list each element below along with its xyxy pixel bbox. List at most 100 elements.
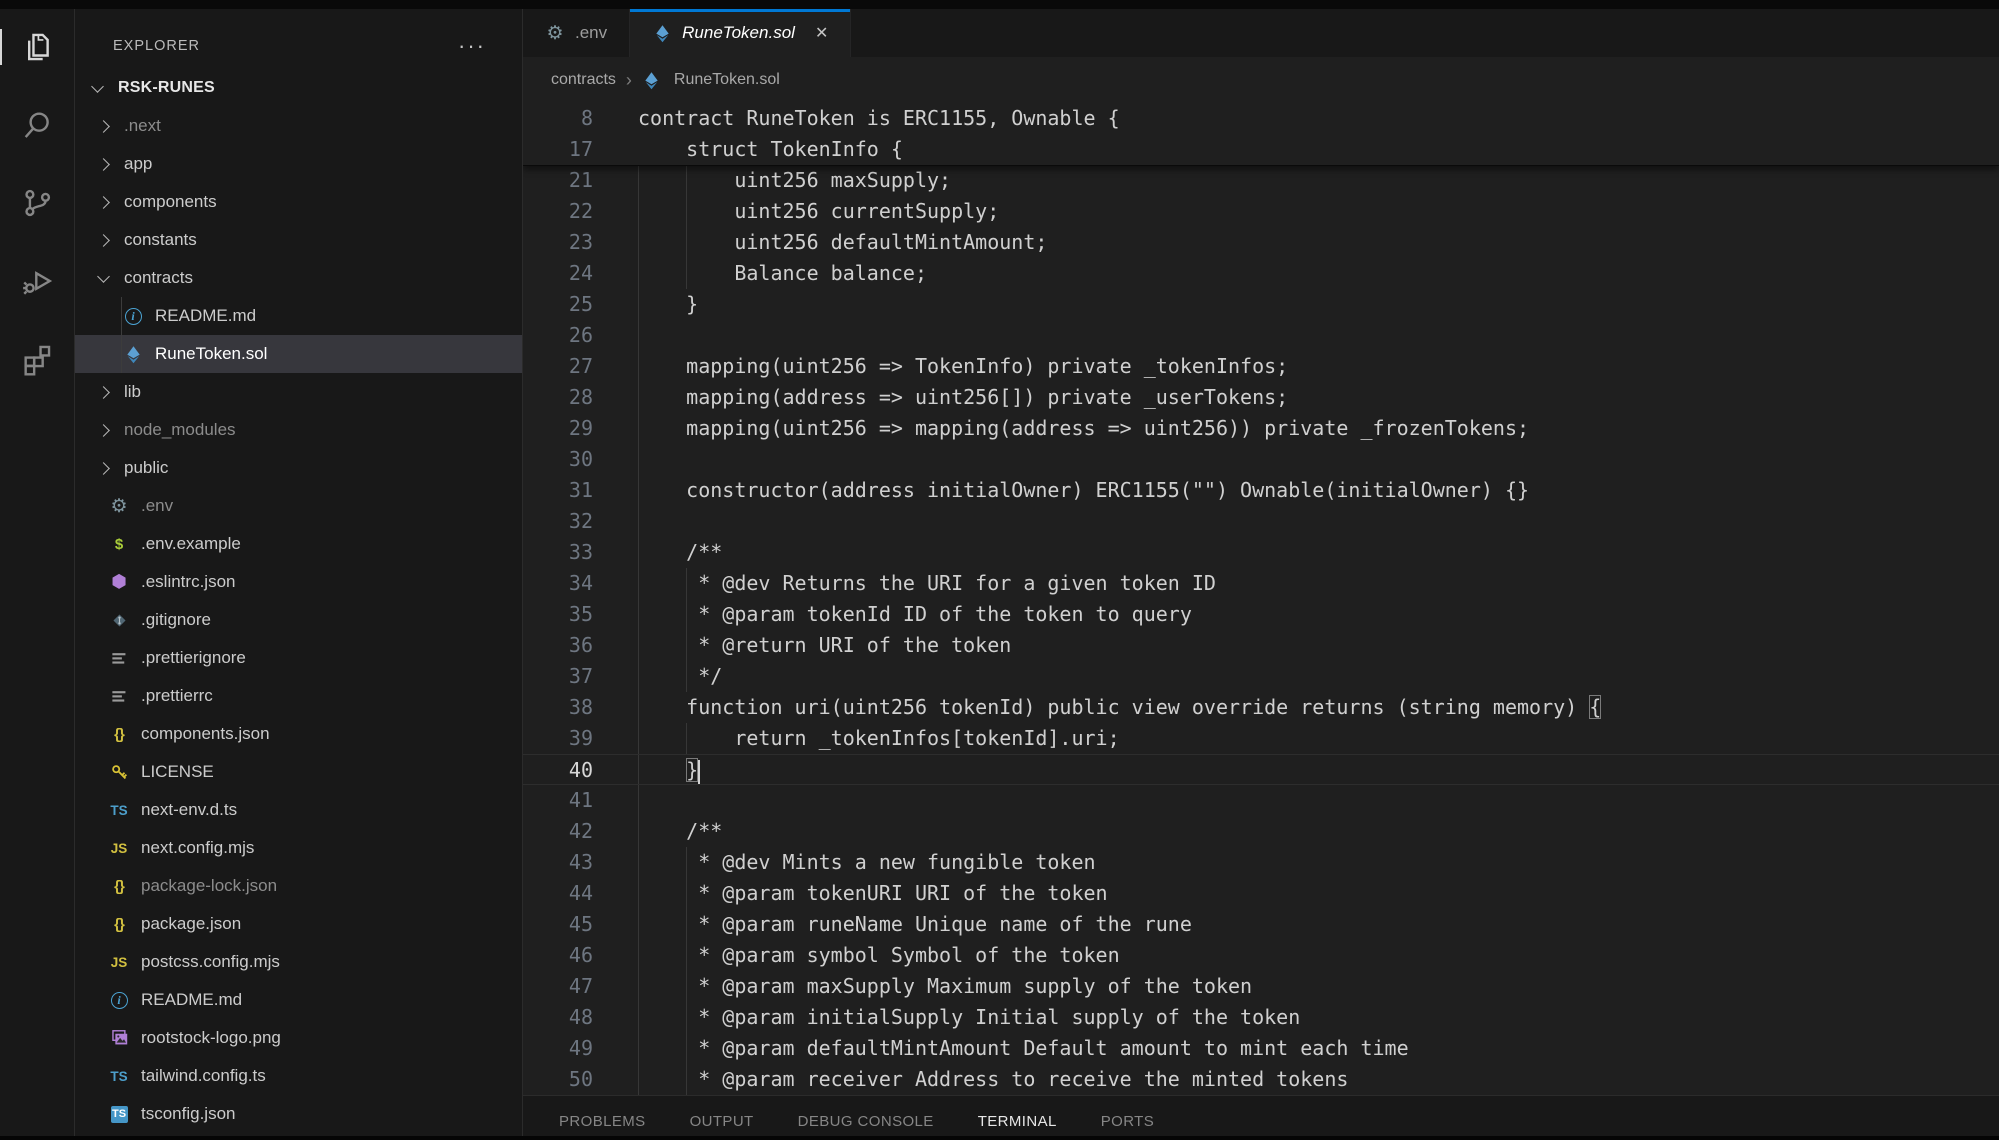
indent-guide — [638, 227, 639, 258]
line-content: uint256 maxSupply; — [638, 165, 1999, 196]
chevron-right-icon — [97, 234, 110, 247]
eslint-icon: ⬢ — [109, 572, 129, 592]
line-content: * @param symbol Symbol of the token — [638, 940, 1999, 971]
code-editor[interactable]: 21 uint256 maxSupply;22 uint256 currentS… — [523, 103, 1999, 1095]
tree-item-label: README.md — [155, 306, 256, 326]
tree-item-next-config-mjs[interactable]: JSnext.config.mjs — [75, 829, 522, 867]
line-content: * @param initialSupply Initial supply of… — [638, 1002, 1999, 1033]
tree-item-label: rootstock-logo.png — [141, 1028, 281, 1048]
line-number: 17 — [523, 134, 593, 165]
tree-item-public[interactable]: public — [75, 449, 522, 487]
line-content: * @return URI of the token — [638, 630, 1999, 661]
line-content: */ — [638, 661, 1999, 692]
indent-guide — [638, 599, 639, 630]
code-line-40: 40 } — [523, 754, 1999, 785]
explorer-header: EXPLORER ··· — [75, 9, 522, 69]
breadcrumb-folder[interactable]: contracts — [551, 71, 616, 89]
tab-runetoken-sol[interactable]: RuneToken.sol✕ — [630, 9, 851, 57]
tree-item-tailwind-config-ts[interactable]: TStailwind.config.ts — [75, 1057, 522, 1095]
indent-guide — [638, 289, 639, 320]
source-control-icon[interactable] — [0, 179, 75, 227]
tree-item-runetoken-sol[interactable]: RuneToken.sol — [75, 335, 522, 373]
indent-guide — [638, 878, 639, 909]
line-content: function uri(uint256 tokenId) public vie… — [638, 692, 1999, 723]
search-icon[interactable] — [0, 101, 75, 149]
run-debug-icon[interactable] — [0, 257, 75, 305]
line-content: /** — [638, 816, 1999, 847]
tree-item-rootstock-logo-png[interactable]: rootstock-logo.png — [75, 1019, 522, 1057]
tree-item-label: node_modules — [124, 420, 236, 440]
git-icon — [109, 610, 129, 630]
indent-guide — [638, 816, 639, 847]
tree-item-license[interactable]: LICENSE — [75, 753, 522, 791]
breadcrumb[interactable]: contracts › RuneToken.sol — [523, 57, 1999, 103]
line-content: uint256 defaultMintAmount; — [638, 227, 1999, 258]
line-number: 40 — [523, 755, 593, 784]
tree-item-package-lock-json[interactable]: {}package-lock.json — [75, 867, 522, 905]
tree-item-postcss-config-mjs[interactable]: JSpostcss.config.mjs — [75, 943, 522, 981]
key-icon — [109, 762, 129, 782]
panel-tab-debug-console[interactable]: DEBUG CONSOLE — [798, 1113, 934, 1136]
tree-item--prettierrc[interactable]: .prettierrc — [75, 677, 522, 715]
panel-tab-ports[interactable]: PORTS — [1101, 1113, 1154, 1136]
tree-item-components[interactable]: components — [75, 183, 522, 221]
code-line-43: 43 * @dev Mints a new fungible token — [523, 847, 1999, 878]
line-number: 41 — [523, 785, 593, 816]
sticky-line-17[interactable]: 17 struct TokenInfo { — [523, 134, 1999, 165]
more-actions-icon[interactable]: ··· — [458, 41, 502, 51]
indent-guide — [638, 1002, 639, 1033]
line-number: 37 — [523, 661, 593, 692]
panel-tab-output[interactable]: OUTPUT — [690, 1113, 754, 1136]
line-number: 22 — [523, 196, 593, 227]
tree-item-readme-md[interactable]: iREADME.md — [75, 297, 522, 335]
line-content: * @dev Returns the URI for a given token… — [638, 568, 1999, 599]
dollar-icon: $ — [109, 534, 129, 554]
code-line-46: 46 * @param symbol Symbol of the token — [523, 940, 1999, 971]
indent-guide — [638, 847, 639, 878]
tree-item--env[interactable]: ⚙.env — [75, 487, 522, 525]
tree-item-contracts[interactable]: contracts — [75, 259, 522, 297]
tree-item-package-json[interactable]: {}package.json — [75, 905, 522, 943]
tree-item-label: postcss.config.mjs — [141, 952, 280, 972]
window-bottom-edge — [0, 1136, 1999, 1140]
text-cursor — [698, 760, 700, 784]
ts-icon: TS — [109, 1066, 129, 1086]
extensions-icon[interactable] — [0, 335, 75, 383]
indent-guide — [121, 335, 122, 373]
line-content: * @param maxSupply Maximum supply of the… — [638, 971, 1999, 1002]
explorer-icon[interactable] — [0, 23, 75, 71]
line-content: * @dev Mints a new fungible token — [638, 847, 1999, 878]
tree-item--env-example[interactable]: $.env.example — [75, 525, 522, 563]
tree-item-node-modules[interactable]: node_modules — [75, 411, 522, 449]
tree-item-rsk-runes[interactable]: RSK-RUNES — [75, 69, 522, 107]
tree-item-label: package-lock.json — [141, 876, 277, 896]
line-number: 21 — [523, 165, 593, 196]
tree-item-label: contracts — [124, 268, 193, 288]
panel-tab-problems[interactable]: PROBLEMS — [559, 1113, 646, 1136]
sticky-line-8[interactable]: 8contract RuneToken is ERC1155, Ownable … — [523, 103, 1999, 134]
chevron-right-icon — [97, 462, 110, 475]
tree-item-label: .eslintrc.json — [141, 572, 235, 592]
breadcrumb-file[interactable]: RuneToken.sol — [674, 71, 780, 89]
close-icon[interactable]: ✕ — [815, 23, 828, 43]
tree-item-readme-md[interactable]: iREADME.md — [75, 981, 522, 1019]
tree-item--eslintrc-json[interactable]: ⬢ .eslintrc.json — [75, 563, 522, 601]
indent-guide — [686, 909, 687, 940]
tree-item--prettierignore[interactable]: .prettierignore — [75, 639, 522, 677]
code-line-24: 24 Balance balance; — [523, 258, 1999, 289]
line-number: 34 — [523, 568, 593, 599]
tree-item-lib[interactable]: lib — [75, 373, 522, 411]
tree-item--gitignore[interactable]: .gitignore — [75, 601, 522, 639]
tree-item-components-json[interactable]: {}components.json — [75, 715, 522, 753]
indent-guide — [686, 971, 687, 1002]
tree-item-next-env-d-ts[interactable]: TSnext-env.d.ts — [75, 791, 522, 829]
tree-item-constants[interactable]: constants — [75, 221, 522, 259]
indent-guide — [686, 1064, 687, 1095]
tree-item-app[interactable]: app — [75, 145, 522, 183]
indent-guide — [638, 320, 639, 351]
panel-tab-terminal[interactable]: TERMINAL — [978, 1113, 1057, 1136]
tree-item--next[interactable]: .next — [75, 107, 522, 145]
tree-item-tsconfig-json[interactable]: TStsconfig.json — [75, 1095, 522, 1133]
tab--env[interactable]: ⚙.env — [523, 9, 630, 57]
tree-item-label: .prettierrc — [141, 686, 213, 706]
